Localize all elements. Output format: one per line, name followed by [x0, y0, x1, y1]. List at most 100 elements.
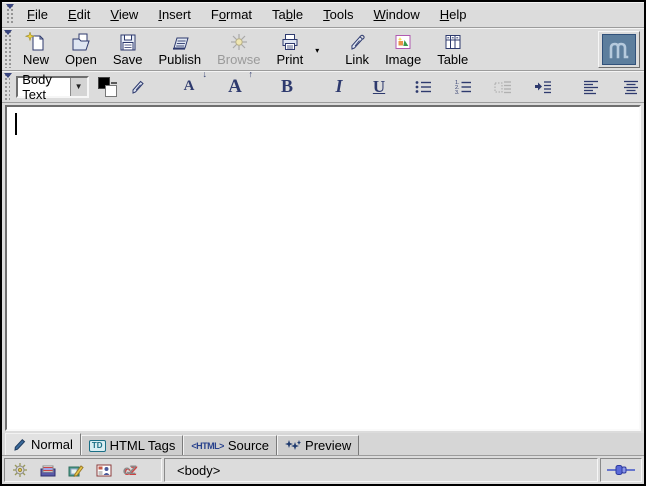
- print-button[interactable]: Print: [268, 30, 311, 69]
- outdent-button[interactable]: [492, 74, 514, 100]
- addressbook-icon[interactable]: [95, 462, 113, 478]
- publish-button[interactable]: Publish: [150, 30, 209, 69]
- open-folder-icon: [70, 32, 92, 52]
- bold-button[interactable]: B: [276, 74, 298, 100]
- color-dash: [111, 82, 117, 84]
- element-path-cell: <body>: [164, 458, 598, 482]
- bulleted-list-icon: [414, 79, 432, 95]
- background-color-swatch: [105, 85, 117, 97]
- underline-icon: U: [373, 77, 385, 97]
- new-page-icon: [25, 32, 47, 52]
- open-button[interactable]: Open: [57, 30, 105, 69]
- tab-normal[interactable]: Normal: [5, 433, 81, 455]
- tab-preview[interactable]: Preview: [277, 435, 359, 455]
- mail-icon[interactable]: [39, 462, 57, 478]
- pen-icon: [13, 438, 27, 451]
- align-center-icon: [622, 79, 640, 95]
- menu-help[interactable]: Help: [430, 3, 477, 26]
- link-button[interactable]: Link: [337, 30, 377, 69]
- numbered-list-icon: 1.2.3.: [454, 79, 472, 95]
- arrow-down-icon: ↓: [203, 69, 208, 79]
- text-caret: [15, 113, 17, 135]
- menu-view[interactable]: View: [100, 3, 148, 26]
- online-status-cell: [600, 458, 642, 482]
- decrease-font-icon: A: [184, 78, 195, 95]
- image-icon: [392, 32, 414, 52]
- bulleted-list-button[interactable]: [412, 74, 434, 100]
- bold-icon: B: [281, 76, 293, 97]
- save-button[interactable]: Save: [105, 30, 151, 69]
- svg-text:3.: 3.: [455, 90, 460, 95]
- align-left-icon: [582, 79, 600, 95]
- main-toolbar: New Open Save Publish Browse: [2, 28, 644, 71]
- editor-area-wrap: [2, 103, 644, 433]
- indent-button[interactable]: [532, 74, 554, 100]
- save-floppy-icon: [117, 32, 139, 52]
- table-icon: [442, 32, 464, 52]
- html-markup-icon: <HTML>: [191, 441, 224, 451]
- tab-label: HTML Tags: [110, 438, 176, 453]
- print-dropdown-arrow[interactable]: ▾: [311, 30, 323, 69]
- mozilla-throbber-button[interactable]: [598, 31, 640, 68]
- highlight-color-button[interactable]: [128, 74, 150, 100]
- underline-button[interactable]: U: [368, 74, 390, 100]
- chatzilla-icon[interactable]: cZ: [123, 463, 135, 477]
- toolbar-grippy[interactable]: [3, 73, 10, 100]
- tab-source[interactable]: <HTML> Source: [183, 435, 277, 455]
- element-path[interactable]: <body>: [177, 463, 220, 478]
- td-tag-icon: TD: [89, 440, 106, 452]
- tab-html-tags[interactable]: TD HTML Tags: [81, 435, 183, 455]
- increase-font-button[interactable]: A ↑: [224, 74, 246, 100]
- highlight-pen-icon: [129, 78, 149, 96]
- browse-icon: [228, 32, 250, 52]
- paragraph-style-select[interactable]: Body Text ▼: [16, 76, 88, 98]
- align-left-button[interactable]: [580, 74, 602, 100]
- menu-table[interactable]: Table: [262, 3, 313, 26]
- new-button[interactable]: New: [15, 30, 57, 69]
- composer-window: File Edit View Insert Format Table Tools…: [0, 0, 646, 486]
- increase-font-icon: A: [228, 76, 242, 98]
- toolbar-grippy[interactable]: [5, 4, 15, 25]
- arrow-up-icon: ↑: [249, 69, 254, 79]
- format-toolbar: Body Text ▼ A ↓ A ↑ B I U: [2, 71, 644, 103]
- numbered-list-button[interactable]: 1.2.3.: [452, 74, 474, 100]
- composer-icon[interactable]: [67, 462, 85, 478]
- menu-bar: File Edit View Insert Format Table Tools…: [2, 2, 644, 28]
- tab-label: Source: [228, 438, 269, 453]
- menu-format[interactable]: Format: [201, 3, 262, 26]
- button-label: New: [23, 53, 49, 67]
- navigator-icon[interactable]: [11, 462, 29, 478]
- menu-tools[interactable]: Tools: [313, 3, 363, 26]
- italic-icon: I: [336, 76, 343, 97]
- preview-icon: [285, 439, 301, 452]
- outdent-icon: [494, 79, 512, 95]
- menu-label: F: [27, 7, 35, 22]
- link-icon: [346, 32, 368, 52]
- decrease-font-button[interactable]: A ↓: [178, 74, 200, 100]
- text-color-picker[interactable]: [98, 77, 112, 97]
- print-icon: [279, 32, 301, 52]
- combo-dropdown-button[interactable]: ▼: [70, 78, 87, 96]
- menu-edit[interactable]: Edit: [58, 3, 100, 26]
- menu-window[interactable]: Window: [364, 3, 430, 26]
- tab-label: Normal: [31, 437, 73, 452]
- toolbar-grippy[interactable]: [3, 30, 13, 68]
- plug-icon[interactable]: [607, 463, 635, 477]
- table-button[interactable]: Table: [429, 30, 476, 69]
- indent-icon: [534, 79, 552, 95]
- mozilla-m-logo: [602, 34, 636, 65]
- status-bar: cZ <body>: [2, 456, 644, 484]
- component-bar: cZ: [4, 458, 162, 482]
- menu-insert[interactable]: Insert: [148, 3, 201, 26]
- menu-file[interactable]: File: [17, 3, 58, 26]
- image-button[interactable]: Image: [377, 30, 429, 69]
- edit-mode-tabstrip: Normal TD HTML Tags <HTML> Source Previe…: [2, 433, 644, 456]
- tab-label: Preview: [305, 438, 351, 453]
- editor-canvas[interactable]: [5, 105, 641, 431]
- chevron-down-icon: ▼: [75, 82, 83, 91]
- browse-button[interactable]: Browse: [209, 30, 268, 69]
- align-center-button[interactable]: [620, 74, 642, 100]
- paragraph-style-value: Body Text: [18, 72, 69, 102]
- publish-icon: [169, 32, 191, 52]
- italic-button[interactable]: I: [328, 74, 350, 100]
